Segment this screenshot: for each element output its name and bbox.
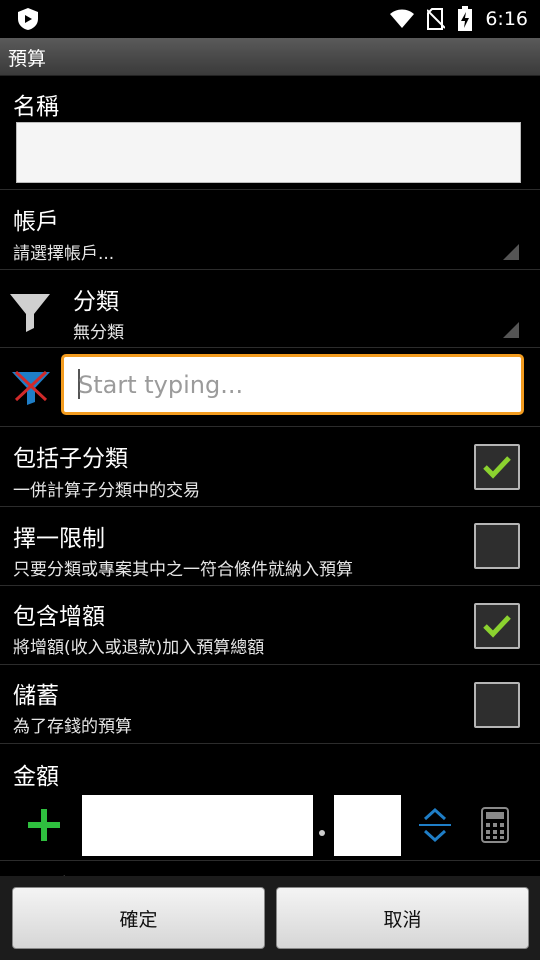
select-one-limit-title: 擇一限制 bbox=[13, 526, 105, 552]
expand-collapse-icon[interactable] bbox=[417, 807, 453, 843]
calculator-icon[interactable] bbox=[480, 806, 510, 844]
cancel-button[interactable]: 取消 bbox=[276, 887, 529, 949]
divider bbox=[0, 585, 540, 586]
account-spinner-arrow-icon[interactable] bbox=[503, 244, 519, 260]
include-subcategories-subtitle: 一併計算子分類中的交易 bbox=[13, 481, 200, 501]
divider bbox=[0, 426, 540, 427]
category-filter-placeholder: Start typing... bbox=[78, 371, 244, 399]
include-income-title: 包含增額 bbox=[13, 604, 105, 630]
wifi-icon bbox=[390, 9, 415, 28]
savings-checkbox[interactable] bbox=[474, 682, 520, 728]
savings-title: 儲蓄 bbox=[13, 683, 59, 709]
account-label: 帳戶 bbox=[13, 209, 59, 235]
divider bbox=[0, 347, 540, 348]
checkmark-icon bbox=[483, 456, 511, 479]
account-spinner-value[interactable]: 請選擇帳戶... bbox=[13, 239, 114, 264]
select-one-limit-checkbox[interactable] bbox=[474, 523, 520, 569]
include-subcategories-checkbox[interactable] bbox=[474, 444, 520, 490]
status-bar: 6:16 bbox=[0, 0, 540, 38]
clear-filter-icon[interactable] bbox=[10, 368, 52, 406]
battery-charging-icon bbox=[458, 6, 473, 31]
category-spinner-value[interactable]: 無分類 bbox=[73, 318, 124, 343]
title-bar: 預算 bbox=[0, 38, 540, 76]
divider bbox=[0, 664, 540, 665]
divider bbox=[0, 860, 540, 861]
bottom-button-bar: 確定 取消 bbox=[0, 876, 540, 960]
select-one-limit-subtitle: 只要分類或專案其中之一符合條件就納入預算 bbox=[13, 560, 353, 580]
amount-label: 金額 bbox=[13, 764, 59, 790]
status-time: 6:16 bbox=[485, 8, 528, 30]
category-label: 分類 bbox=[73, 289, 119, 315]
amount-integer-input[interactable] bbox=[82, 795, 313, 856]
decimal-point bbox=[319, 830, 325, 836]
filter-icon[interactable] bbox=[8, 290, 52, 334]
savings-subtitle: 為了存錢的預算 bbox=[13, 717, 132, 737]
divider bbox=[0, 506, 540, 507]
divider bbox=[0, 269, 540, 270]
include-income-subtitle: 將增額(收入或退款)加入預算總額 bbox=[13, 638, 265, 658]
category-filter-input[interactable]: Start typing... bbox=[61, 354, 524, 415]
checkmark-icon bbox=[483, 615, 511, 638]
name-input[interactable] bbox=[16, 122, 521, 183]
no-sim-icon bbox=[427, 8, 446, 30]
budget-form: 名稱 帳戶 請選擇帳戶... 分類 無分類 Start typing... 包括… bbox=[0, 76, 540, 876]
include-income-checkbox[interactable] bbox=[474, 603, 520, 649]
plus-sign-icon[interactable] bbox=[26, 807, 62, 843]
category-spinner-arrow-icon[interactable] bbox=[503, 322, 519, 338]
app-shield-icon bbox=[18, 8, 38, 30]
include-subcategories-title: 包括子分類 bbox=[13, 446, 128, 472]
ok-button[interactable]: 確定 bbox=[12, 887, 265, 949]
amount-decimal-input[interactable] bbox=[334, 795, 401, 856]
divider bbox=[0, 189, 540, 190]
recurrence-label: 期間循環 bbox=[13, 868, 105, 876]
page-title: 預算 bbox=[8, 48, 47, 70]
divider bbox=[0, 743, 540, 744]
name-label: 名稱 bbox=[13, 94, 59, 120]
